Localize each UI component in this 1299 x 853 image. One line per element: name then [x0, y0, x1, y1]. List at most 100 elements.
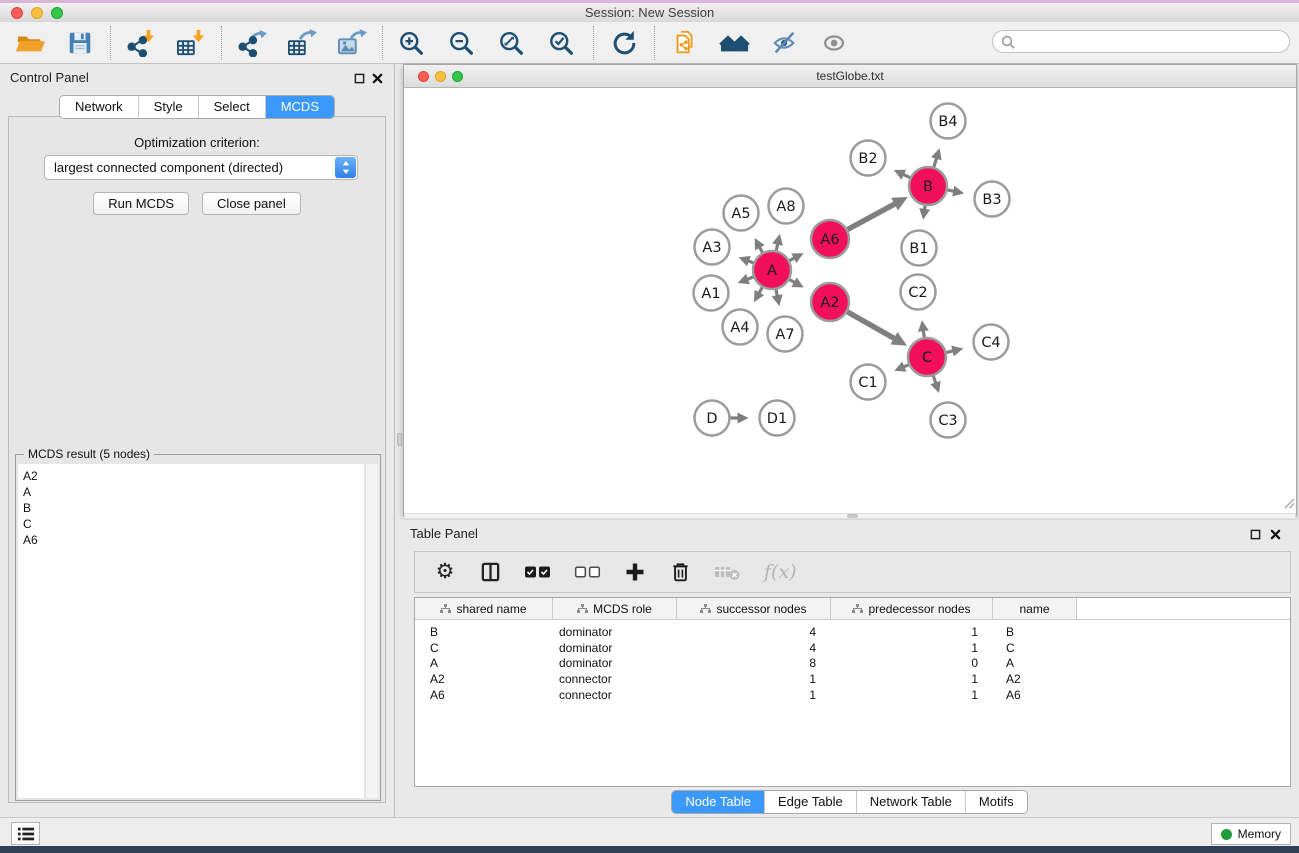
open-folder-icon[interactable] — [12, 28, 48, 58]
resize-grip-icon[interactable] — [1283, 496, 1295, 514]
export-network-icon[interactable] — [234, 28, 270, 58]
mcds-result-item[interactable]: C — [23, 516, 364, 532]
tab-select[interactable]: Select — [199, 96, 266, 118]
cell-name[interactable]: A2 — [993, 672, 1077, 686]
edge-A-A4[interactable] — [754, 287, 764, 302]
table-row[interactable]: A2connector11A2 — [415, 671, 1290, 687]
add-row-icon[interactable] — [624, 559, 646, 585]
node-B2[interactable]: B2 — [851, 141, 886, 176]
settings-gear-icon[interactable]: ⚙ — [434, 559, 456, 585]
edge-A-A8[interactable] — [772, 234, 783, 251]
edge-B-B3[interactable] — [948, 186, 964, 197]
edge-A-A2[interactable] — [790, 277, 804, 287]
edge-A6-B[interactable] — [848, 197, 908, 230]
cell-name[interactable]: B — [993, 625, 1077, 639]
memory-button[interactable]: Memory — [1211, 823, 1291, 845]
run-mcds-button[interactable]: Run MCDS — [93, 192, 189, 215]
cell-successor-nodes[interactable]: 1 — [677, 672, 831, 686]
home-icon[interactable] — [717, 28, 753, 58]
column-header-name[interactable]: name — [993, 598, 1077, 619]
node-B[interactable]: B — [909, 167, 947, 205]
cell-predecessor-nodes[interactable]: 1 — [831, 688, 993, 702]
criterion-dropdown[interactable]: largest connected component (directed) — [44, 155, 358, 180]
column-header-predecessor-nodes[interactable]: predecessor nodes — [831, 598, 993, 619]
column-header-mcds-role[interactable]: MCDS role — [553, 598, 677, 619]
mcds-result-item[interactable]: A6 — [23, 532, 364, 548]
node-C2[interactable]: C2 — [901, 275, 936, 310]
cell-predecessor-nodes[interactable]: 1 — [831, 672, 993, 686]
cell-predecessor-nodes[interactable]: 0 — [831, 656, 993, 670]
close-icon[interactable] — [1269, 528, 1282, 541]
edge-C-C1[interactable] — [894, 362, 908, 372]
tab-edge-table[interactable]: Edge Table — [765, 791, 857, 813]
node-A7[interactable]: A7 — [768, 317, 803, 352]
node-A8[interactable]: A8 — [769, 189, 804, 224]
cell-name[interactable]: C — [993, 641, 1077, 655]
cell-predecessor-nodes[interactable]: 1 — [831, 625, 993, 639]
edge-A-A3[interactable] — [739, 256, 754, 266]
column-header-successor-nodes[interactable]: successor nodes — [677, 598, 831, 619]
table-row[interactable]: Cdominator41C — [415, 640, 1290, 656]
cell-mcds-role[interactable]: dominator — [553, 656, 677, 670]
edge-A2-C[interactable] — [847, 312, 907, 346]
mcds-result-item[interactable]: A — [23, 484, 364, 500]
edge-A-A6[interactable] — [790, 253, 804, 263]
table-row[interactable]: A6connector11A6 — [415, 687, 1290, 703]
table-row[interactable]: Bdominator41B — [415, 624, 1290, 640]
edge-B-B4[interactable] — [931, 148, 942, 167]
column-header-shared-name[interactable]: shared name — [415, 598, 553, 619]
node-A[interactable]: A — [753, 251, 791, 289]
cell-shared-name[interactable]: A — [415, 656, 553, 670]
tab-node-table[interactable]: Node Table — [672, 791, 765, 813]
node-A4[interactable]: A4 — [723, 310, 758, 345]
edge-B-B1[interactable] — [919, 206, 930, 220]
hide-annotations-icon[interactable] — [767, 28, 803, 58]
node-C3[interactable]: C3 — [931, 403, 966, 438]
node-B3[interactable]: B3 — [975, 182, 1010, 217]
mcds-result-list[interactable]: A2ABCA6 — [18, 464, 364, 798]
cell-mcds-role[interactable]: connector — [553, 688, 677, 702]
export-image-icon[interactable] — [334, 28, 370, 58]
cell-shared-name[interactable]: B — [415, 625, 553, 639]
node-A2[interactable]: A2 — [811, 283, 849, 321]
zoom-fit-icon[interactable] — [495, 28, 531, 58]
edge-A-A1[interactable] — [738, 274, 754, 284]
zoom-out-icon[interactable] — [445, 28, 481, 58]
edge-A-A7[interactable] — [772, 290, 783, 306]
zoom-in-icon[interactable] — [395, 28, 431, 58]
node-B4[interactable]: B4 — [931, 104, 966, 139]
node-C[interactable]: C — [908, 338, 946, 376]
zoom-selected-icon[interactable] — [545, 28, 581, 58]
search-field[interactable] — [992, 30, 1290, 53]
import-table-icon[interactable] — [173, 28, 209, 58]
tab-network[interactable]: Network — [60, 96, 139, 118]
node-C4[interactable]: C4 — [974, 325, 1009, 360]
titlebar[interactable]: Session: New Session — [0, 3, 1299, 23]
edge-C-C4[interactable] — [946, 346, 963, 357]
node-A1[interactable]: A1 — [694, 276, 729, 311]
float-icon[interactable] — [1249, 528, 1262, 541]
task-history-button[interactable] — [11, 822, 40, 845]
node-B1[interactable]: B1 — [902, 231, 937, 266]
deselect-all-icon[interactable] — [574, 559, 601, 585]
edge-C-C3[interactable] — [930, 376, 940, 393]
network-horizontal-scroll-thumb[interactable] — [847, 514, 858, 518]
node-C1[interactable]: C1 — [851, 365, 886, 400]
cell-predecessor-nodes[interactable]: 1 — [831, 641, 993, 655]
search-input[interactable] — [1019, 32, 1281, 53]
cell-successor-nodes[interactable]: 4 — [677, 625, 831, 639]
edge-B-B2[interactable] — [894, 170, 910, 180]
node-D1[interactable]: D1 — [760, 401, 795, 436]
save-session-icon[interactable] — [62, 28, 98, 58]
network-window-titlebar[interactable]: testGlobe.txt — [404, 65, 1296, 88]
mcds-result-item[interactable]: A2 — [23, 468, 364, 484]
edge-A-A5[interactable] — [755, 238, 765, 252]
cell-successor-nodes[interactable]: 1 — [677, 688, 831, 702]
mcds-result-item[interactable]: B — [23, 500, 364, 516]
edge-C-C2[interactable] — [918, 320, 929, 337]
delete-row-icon[interactable] — [669, 559, 691, 585]
cell-mcds-role[interactable]: dominator — [553, 641, 677, 655]
show-graphics-icon[interactable] — [817, 28, 853, 58]
cell-shared-name[interactable]: A2 — [415, 672, 553, 686]
tab-motifs[interactable]: Motifs — [966, 791, 1027, 813]
